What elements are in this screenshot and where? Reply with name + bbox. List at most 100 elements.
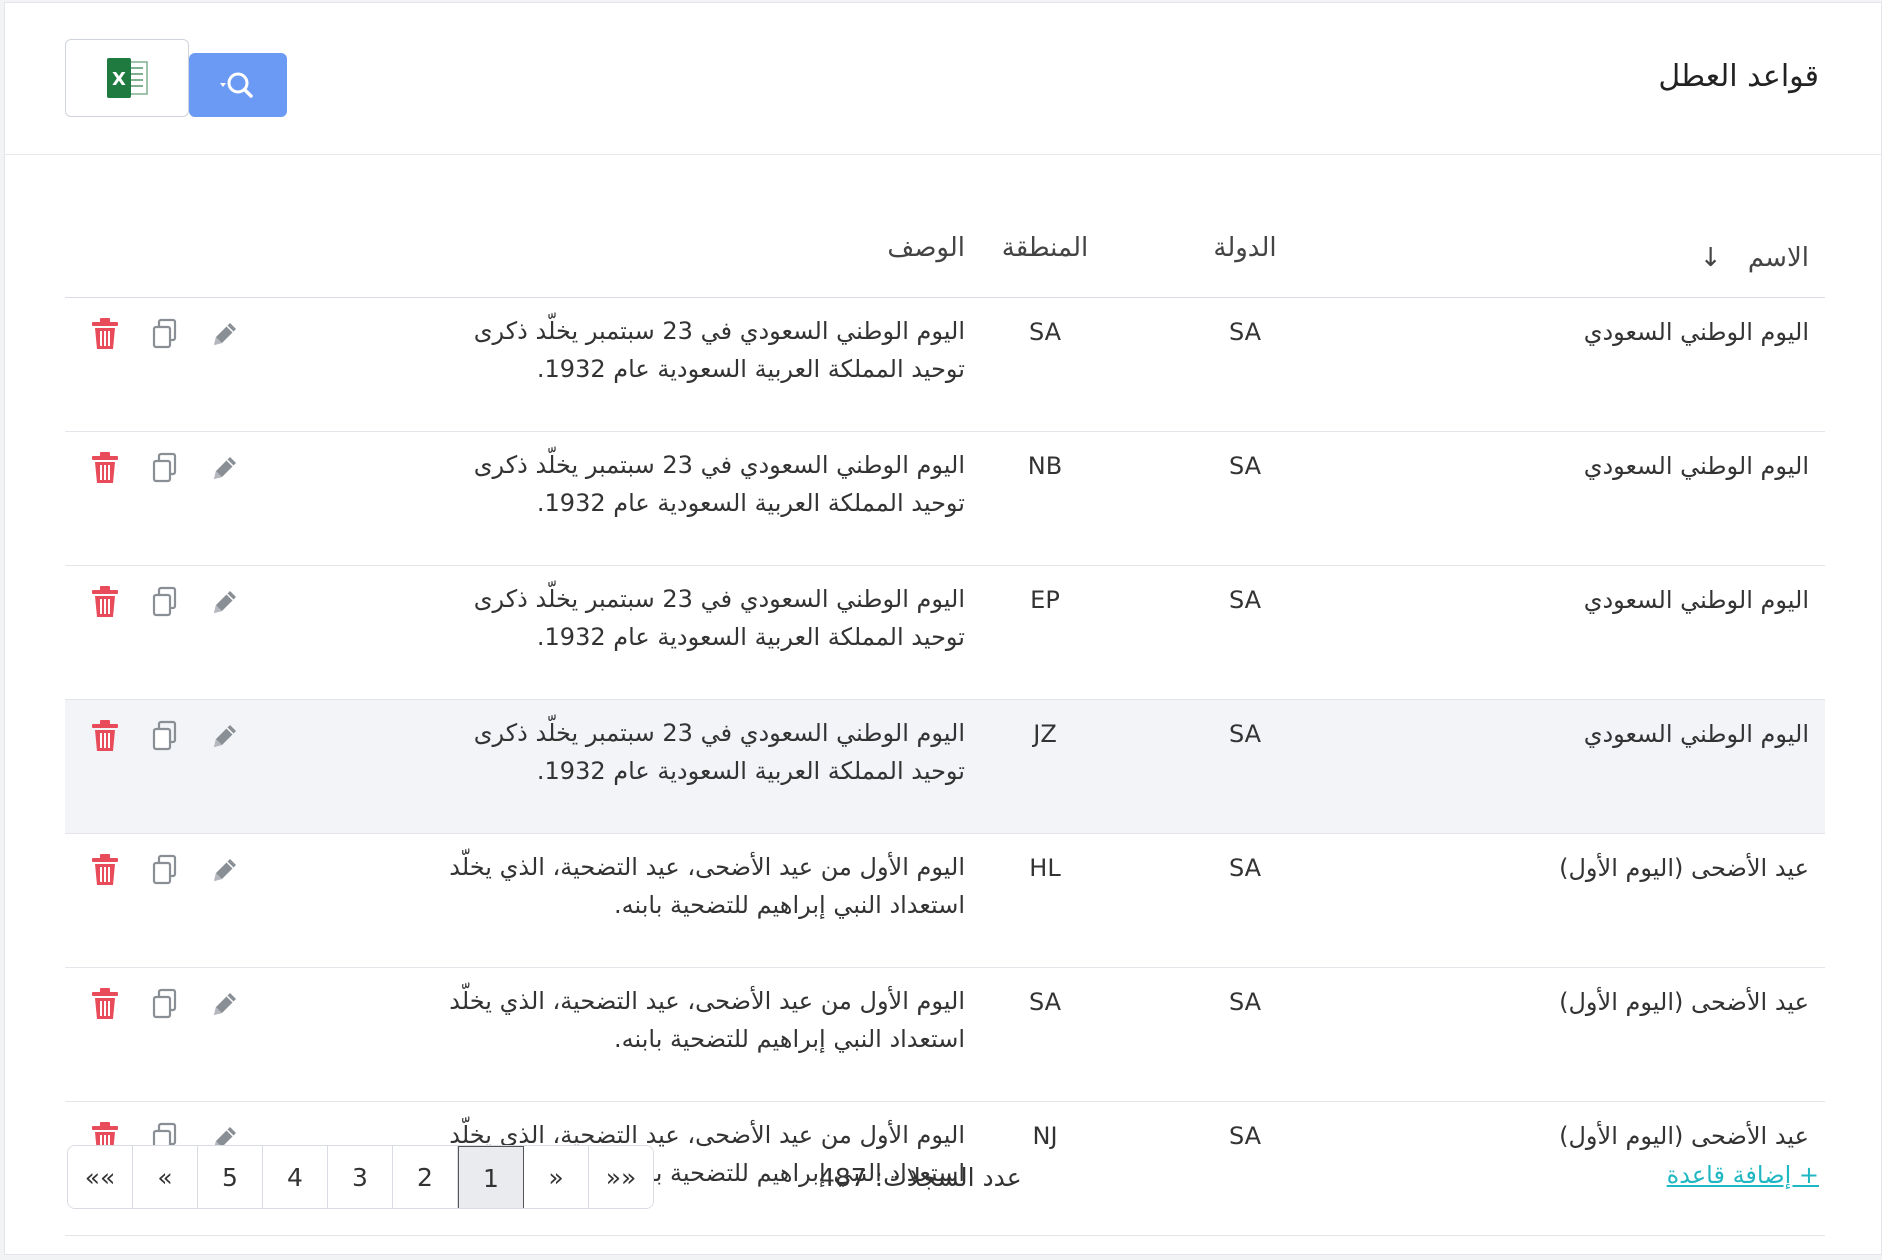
column-name-label: الاسم [1747, 243, 1809, 273]
cell-actions [65, 833, 365, 968]
cell-actions [65, 297, 365, 432]
pencil-icon [208, 585, 242, 625]
description-line: اليوم الوطني السعودي في 23 سبتمبر يخلّد … [473, 451, 965, 479]
copy-button[interactable] [149, 451, 181, 491]
cell-description: اليوم الأول من عيد الأضحى، عيد التضحية، … [365, 833, 965, 968]
search-filter-button[interactable] [189, 53, 287, 117]
edit-button[interactable] [209, 856, 241, 890]
table-row[interactable]: عيد الأضحى (اليوم الأول) SA HL اليوم الأول … [65, 833, 1825, 968]
cell-name: اليوم الوطني السعودي [1365, 431, 1825, 566]
cell-actions [65, 565, 365, 700]
copy-button[interactable] [149, 317, 181, 357]
card-header: X قواعد العطل [5, 3, 1881, 155]
copy-icon [150, 987, 180, 1027]
copy-icon [150, 719, 180, 759]
description-line: اليوم الأول من عيد الأضحى، عيد التضحية، … [449, 853, 965, 881]
table-row[interactable]: عيد الأضحى (اليوم الأول) SA SA اليوم الأول … [65, 967, 1825, 1102]
delete-button[interactable] [89, 451, 121, 491]
copy-button[interactable] [149, 719, 181, 759]
trash-icon [90, 451, 120, 491]
cell-region: SA [965, 297, 1125, 432]
delete-button[interactable] [89, 854, 121, 890]
cell-region: HL [965, 833, 1125, 968]
record-count: عدد السجلات: 487 [819, 1163, 1022, 1192]
cell-actions [65, 967, 365, 1102]
export-excel-button[interactable]: X [65, 39, 189, 117]
pencil-icon [208, 317, 242, 357]
add-rule-link[interactable]: + إضافة قاعدة [1667, 1161, 1819, 1189]
cell-region: NB [965, 431, 1125, 566]
page-2-button[interactable]: 2 [393, 1146, 458, 1208]
copy-button[interactable] [149, 853, 181, 893]
trash-icon [90, 585, 120, 625]
cell-name: اليوم الوطني السعودي [1365, 565, 1825, 700]
pagination: «« « 5 4 3 2 1 » »» [67, 1145, 654, 1209]
svg-text:X: X [112, 69, 126, 90]
cell-name: اليوم الوطني السعودي [1365, 297, 1825, 432]
column-header-name[interactable]: الاسم ↓ [1365, 199, 1825, 298]
cell-country: SA [1125, 565, 1365, 700]
description-line: توحيد المملكة العربية السعودية عام 1932. [536, 489, 965, 517]
description-line: اليوم الوطني السعودي في 23 سبتمبر يخلّد … [473, 719, 965, 747]
description-line: اليوم الوطني السعودي في 23 سبتمبر يخلّد … [473, 585, 965, 613]
description-line: استعداد النبي إبراهيم للتضحية بابنه. [614, 1025, 965, 1053]
cell-description: اليوم الوطني السعودي في 23 سبتمبر يخلّد … [365, 699, 965, 834]
edit-button[interactable] [209, 454, 241, 488]
trash-icon [90, 317, 120, 357]
trash-icon [90, 719, 120, 759]
cell-name: اليوم الوطني السعودي [1365, 699, 1825, 834]
cell-region: JZ [965, 699, 1125, 834]
copy-icon [150, 317, 180, 357]
copy-button[interactable] [149, 987, 181, 1027]
cell-country: SA [1125, 431, 1365, 566]
page-next-button[interactable]: « [133, 1146, 198, 1208]
trash-icon [90, 987, 120, 1027]
cell-country: SA [1125, 833, 1365, 968]
copy-icon [150, 451, 180, 491]
pencil-icon [208, 987, 242, 1027]
column-header-description[interactable]: الوصف [365, 199, 965, 298]
page-first-button[interactable]: »» [589, 1146, 653, 1208]
delete-button[interactable] [89, 987, 121, 1027]
copy-icon [150, 585, 180, 625]
column-header-country[interactable]: الدولة [1125, 199, 1365, 298]
table-row[interactable]: اليوم الوطني السعودي SA EP اليوم الوطني الس… [65, 565, 1825, 700]
pencil-icon [208, 853, 242, 893]
cell-actions [65, 431, 365, 566]
search-dropdown-icon [220, 72, 253, 98]
cell-country: SA [1125, 699, 1365, 834]
excel-icon: X [107, 58, 148, 98]
edit-button[interactable] [209, 588, 241, 622]
edit-button[interactable] [209, 990, 241, 1024]
cell-country: SA [1125, 1101, 1365, 1236]
delete-button[interactable] [89, 585, 121, 625]
delete-button[interactable] [89, 719, 121, 759]
description-line: اليوم الوطني السعودي في 23 سبتمبر يخلّد … [473, 317, 965, 345]
description-line: اليوم الأول من عيد الأضحى، عيد التضحية، … [449, 987, 965, 1015]
pencil-icon [208, 719, 242, 759]
page-1-button[interactable]: 1 [458, 1146, 524, 1208]
table-row[interactable]: اليوم الوطني السعودي SA JZ اليوم الوطني الس… [65, 699, 1825, 834]
cell-country: SA [1125, 297, 1365, 432]
table-header-row: الاسم ↓ الدولة المنطقة الوصف [65, 199, 1825, 298]
edit-button[interactable] [209, 320, 241, 354]
page-4-button[interactable]: 4 [263, 1146, 328, 1208]
cell-description: اليوم الأول من عيد الأضحى، عيد التضحية، … [365, 967, 965, 1102]
cell-country: SA [1125, 967, 1365, 1102]
copy-icon [150, 853, 180, 893]
page-prev-button[interactable]: » [524, 1146, 589, 1208]
page-3-button[interactable]: 3 [328, 1146, 393, 1208]
cell-region: EP [965, 565, 1125, 700]
cell-description: اليوم الوطني السعودي في 23 سبتمبر يخلّد … [365, 565, 965, 700]
cell-description: اليوم الوطني السعودي في 23 سبتمبر يخلّد … [365, 297, 965, 432]
copy-button[interactable] [149, 585, 181, 625]
table-row[interactable]: اليوم الوطني السعودي SA NB اليوم الوطني الس… [65, 431, 1825, 566]
page-last-button[interactable]: «« [68, 1146, 133, 1208]
table-row[interactable]: اليوم الوطني السعودي SA SA اليوم الوطني الس… [65, 297, 1825, 432]
delete-button[interactable] [89, 317, 121, 357]
description-line: توحيد المملكة العربية السعودية عام 1932. [536, 757, 965, 785]
page-5-button[interactable]: 5 [198, 1146, 263, 1208]
cell-description: اليوم الوطني السعودي في 23 سبتمبر يخلّد … [365, 431, 965, 566]
column-header-region[interactable]: المنطقة [965, 199, 1125, 298]
edit-button[interactable] [209, 722, 241, 756]
